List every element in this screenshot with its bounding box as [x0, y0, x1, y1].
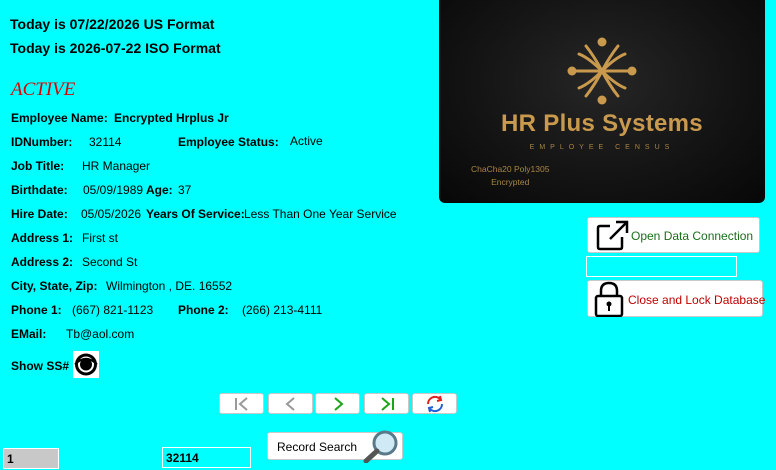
phone1-value: (667) 821-1123: [72, 303, 154, 317]
logo-title: HR Plus Systems: [501, 110, 703, 137]
birthdate-label: Birthdate:: [11, 183, 68, 197]
address2-value: Second St: [82, 255, 138, 269]
years-of-service-label: Years Of Service:: [146, 207, 245, 221]
id-number-label: IDNumber:: [11, 135, 73, 149]
id-number-value: 32114: [89, 135, 122, 149]
first-record-button[interactable]: [219, 393, 264, 414]
refresh-button[interactable]: [412, 393, 457, 414]
last-record-icon: [380, 396, 394, 411]
iso-date-text: Today is 2026-07-22 ISO Format: [10, 40, 221, 56]
refresh-icon: [426, 395, 443, 412]
email-label: EMail:: [11, 327, 47, 341]
job-title-label: Job Title:: [11, 159, 65, 173]
record-number-field[interactable]: [3, 448, 59, 469]
next-record-button[interactable]: [315, 393, 360, 414]
open-data-connection-button[interactable]: Open Data Connection: [587, 217, 760, 253]
active-status-heading: ACTIVE: [11, 79, 76, 100]
hire-date-label: Hire Date:: [11, 207, 68, 221]
phone1-label: Phone 1:: [11, 303, 62, 317]
encryption-caption: ChaCha20 Poly1305 Encrypted: [471, 163, 549, 189]
job-title-value: HR Manager: [82, 159, 151, 173]
encryption-line-2: Encrypted: [491, 177, 530, 187]
first-record-icon: [234, 396, 248, 411]
phone2-value: (266) 213-4111: [242, 303, 323, 317]
record-search-label: Record Search: [277, 440, 358, 454]
open-data-connection-label: Open Data Connection: [631, 229, 754, 243]
city-state-zip-label: City, State, Zip:: [11, 279, 98, 293]
birthdate-value: 05/09/1989: [83, 183, 144, 197]
employee-name-label: Employee Name:: [11, 111, 108, 125]
people-emblem-icon: [567, 37, 637, 105]
close-lock-database-button[interactable]: Close and Lock Database: [587, 280, 766, 317]
age-value: 37: [178, 183, 192, 197]
next-record-icon: [333, 396, 344, 411]
last-record-button[interactable]: [364, 393, 409, 414]
age-label: Age:: [146, 183, 173, 197]
eye-icon[interactable]: [73, 351, 99, 378]
external-link-icon: [596, 220, 629, 251]
magnifier-icon: [363, 430, 398, 463]
previous-record-button[interactable]: [268, 393, 313, 414]
years-of-service-value: Less Than One Year Service: [244, 207, 397, 221]
show-ssn-label: Show SS#: [11, 359, 70, 373]
company-logo-panel: HR Plus Systems EMPLOYEE CENSUS ChaCha20…: [439, 0, 765, 203]
us-date-text: Today is 07/22/2026 US Format: [10, 16, 215, 32]
employee-status-value: Active: [290, 134, 323, 148]
hire-date-value: 05/05/2026: [81, 207, 142, 221]
previous-record-icon: [284, 396, 295, 411]
close-lock-database-label: Close and Lock Database: [628, 293, 766, 307]
record-search-button[interactable]: Record Search: [267, 430, 403, 463]
address1-value: First st: [82, 231, 118, 245]
employee-status-label: Employee Status:: [178, 135, 279, 149]
lock-icon: [594, 281, 624, 317]
employee-name-value: Encrypted Hrplus Jr: [114, 111, 229, 125]
email-value: Tb@aol.com: [66, 327, 135, 341]
city-state-zip-value: Wilmington , DE. 16552: [106, 279, 233, 293]
connection-status-field[interactable]: [586, 256, 737, 277]
address2-label: Address 2:: [11, 255, 74, 269]
address1-label: Address 1:: [11, 231, 74, 245]
encryption-line-1: ChaCha20 Poly1305: [471, 164, 550, 174]
phone2-label: Phone 2:: [178, 303, 229, 317]
search-id-field[interactable]: [162, 447, 251, 468]
logo-subtitle: EMPLOYEE CENSUS: [529, 144, 675, 151]
